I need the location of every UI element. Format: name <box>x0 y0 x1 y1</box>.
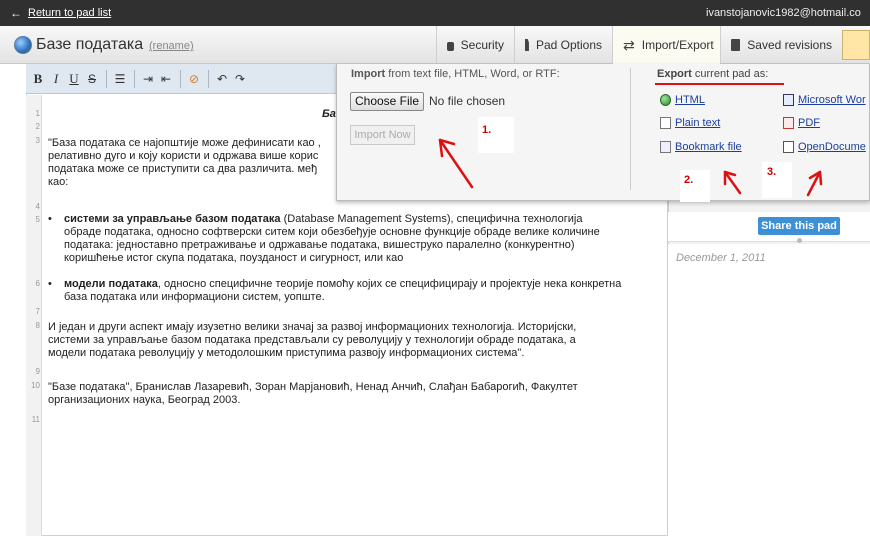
arrow-1-line <box>438 138 474 189</box>
annotation-arrows <box>438 138 823 197</box>
